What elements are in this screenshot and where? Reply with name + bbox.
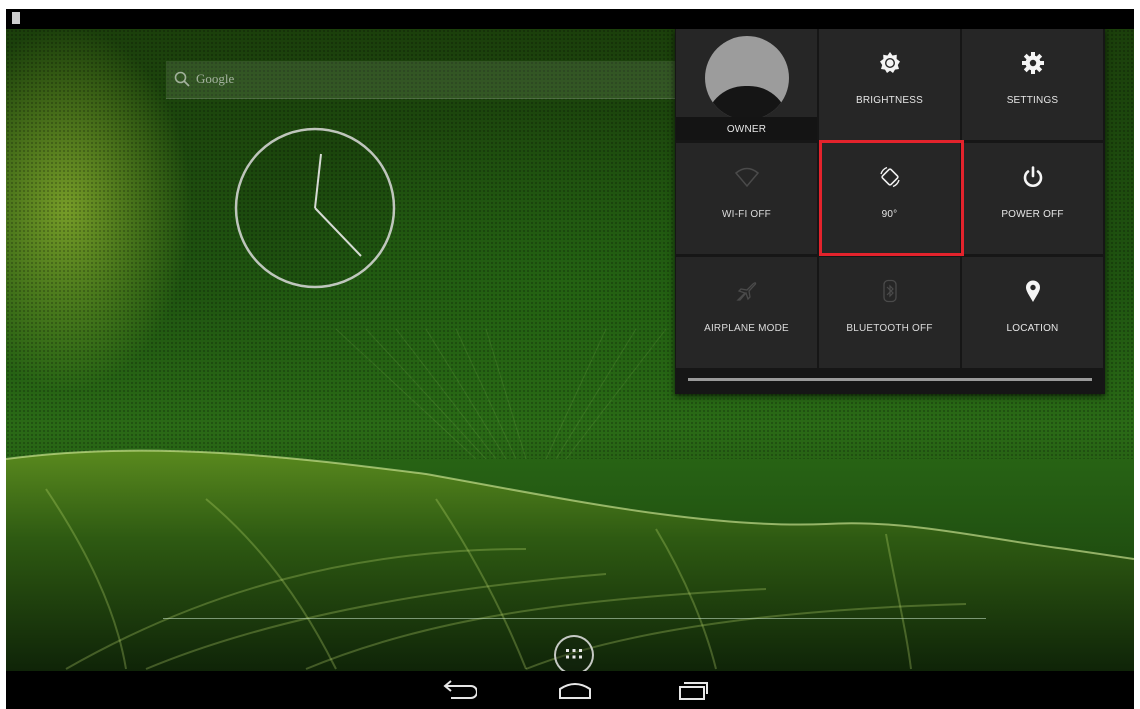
tile-wifi-label: WI-FI OFF [721, 209, 771, 220]
location-pin-icon [1025, 280, 1040, 302]
tile-brightness-label: BRIGHTNESS [855, 95, 923, 106]
tile-airplane-mode[interactable]: AIRPLANE MODE [676, 257, 817, 368]
app-grid-icon [566, 649, 582, 659]
quick-settings-scrollbar[interactable] [688, 378, 1092, 381]
tablet-screen: Google OWNER BRIGHTNESS SETTINGS WI-FI O… [6, 9, 1134, 709]
analog-clock-widget[interactable] [234, 127, 398, 291]
tile-bluetooth-label: BLUETOOTH OFF [846, 323, 933, 334]
home-icon[interactable] [558, 680, 592, 700]
airplane-icon [735, 282, 756, 301]
tile-brightness[interactable]: BRIGHTNESS [819, 29, 960, 140]
tile-owner[interactable]: OWNER [676, 29, 817, 140]
tile-settings[interactable]: SETTINGS [962, 29, 1103, 140]
all-apps-button[interactable] [554, 635, 594, 671]
bluetooth-icon [882, 279, 897, 303]
tile-wifi[interactable]: WI-FI OFF [676, 143, 817, 254]
power-icon [1023, 166, 1042, 187]
notification-icon[interactable] [12, 12, 20, 24]
rotation-tile-highlight-box [819, 140, 964, 256]
tile-settings-label: SETTINGS [1006, 95, 1059, 106]
tile-location[interactable]: LOCATION [962, 257, 1103, 368]
search-icon [174, 71, 190, 87]
tile-bluetooth[interactable]: BLUETOOTH OFF [819, 257, 960, 368]
dock-divider [163, 618, 986, 619]
tile-owner-label: OWNER [726, 124, 767, 135]
wifi-icon [734, 167, 759, 188]
search-bar-label: Google [196, 71, 235, 86]
tile-power-off[interactable]: POWER OFF [962, 143, 1103, 254]
tile-power-label: POWER OFF [1001, 209, 1064, 220]
user-avatar-icon [705, 36, 789, 120]
tile-airplane-label: AIRPLANE MODE [704, 323, 789, 334]
status-bar [6, 9, 1134, 29]
tile-location-label: LOCATION [1006, 323, 1059, 334]
back-icon[interactable] [443, 680, 477, 700]
settings-gear-icon [1021, 52, 1044, 74]
google-search-bar[interactable]: Google [166, 61, 686, 99]
brightness-icon [879, 52, 900, 73]
recent-apps-icon[interactable] [676, 680, 710, 700]
navigation-bar [6, 671, 1134, 709]
